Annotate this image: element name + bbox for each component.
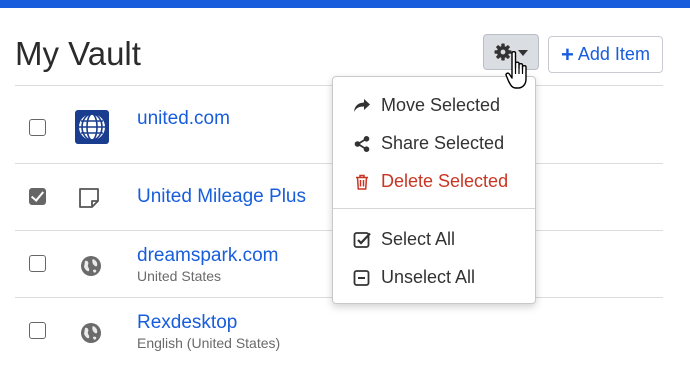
top-accent-bar: [0, 0, 690, 8]
menu-item-share-selected[interactable]: Share Selected: [333, 128, 535, 160]
page-title: My Vault: [15, 35, 141, 72]
menu-item-unselect-all[interactable]: Unselect All: [333, 262, 535, 294]
menu-item-select-all[interactable]: Select All: [333, 224, 535, 256]
share-arrow-icon: [353, 97, 371, 115]
sticky-note-icon: [78, 187, 100, 214]
add-item-button[interactable]: + Add Item: [548, 36, 663, 73]
checkbox-checked-icon: [353, 231, 371, 249]
bulk-actions-menu: Move Selected Share Selected Delete Sele…: [332, 76, 536, 304]
row-checkbox[interactable]: [29, 188, 46, 205]
share-nodes-icon: [353, 135, 371, 153]
globe-icon: [80, 322, 102, 349]
row-checkbox[interactable]: [29, 322, 46, 339]
hand-pointer-cursor-icon: [505, 50, 535, 97]
united-logo-icon: [75, 110, 109, 149]
trash-icon: [353, 173, 371, 191]
row-checkbox[interactable]: [29, 119, 46, 136]
item-subtitle: English (United States): [137, 335, 281, 351]
item-name-link[interactable]: united.com: [137, 108, 230, 130]
menu-item-label: Select All: [381, 229, 456, 249]
add-item-label: Add Item: [577, 44, 650, 64]
item-name-link[interactable]: Rexdesktop: [137, 312, 237, 334]
checkbox-minus-icon: [353, 269, 371, 287]
vault-item-row[interactable]: Rexdesktop English (United States): [15, 298, 663, 375]
menu-item-label: Unselect All: [381, 267, 476, 287]
menu-item-label: Delete Selected: [381, 171, 509, 191]
item-name-link[interactable]: United Mileage Plus: [137, 186, 306, 208]
menu-item-label: Move Selected: [381, 95, 501, 115]
menu-item-label: Share Selected: [381, 133, 505, 153]
item-name-link[interactable]: dreamspark.com: [137, 245, 279, 267]
row-checkbox[interactable]: [29, 255, 46, 272]
menu-divider: [333, 208, 535, 209]
menu-item-delete-selected[interactable]: Delete Selected: [333, 166, 535, 198]
plus-icon: +: [561, 41, 574, 67]
item-subtitle: United States: [137, 268, 222, 284]
globe-icon: [80, 255, 102, 282]
